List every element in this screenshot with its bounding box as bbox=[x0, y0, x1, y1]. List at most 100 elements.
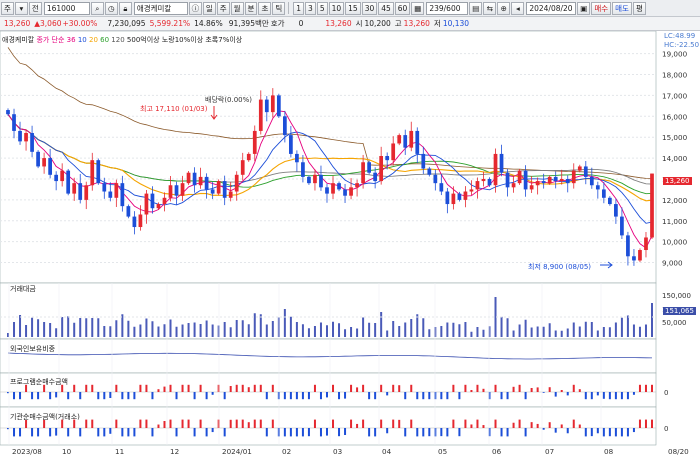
interval-button-45[interactable]: 45 bbox=[378, 1, 394, 15]
toolbar: 주 ▾ 전 161000 ⌕ ◷ 🔒︎ 애경케미칼 ⓘ 일주월분초틱 1 3 5 10… bbox=[0, 0, 700, 17]
volume-bar bbox=[283, 309, 286, 337]
hc-label: HC:-22.50 bbox=[664, 41, 700, 49]
stock-code-input[interactable]: 161000 bbox=[43, 1, 90, 15]
period-button-1[interactable]: 주 bbox=[216, 1, 230, 15]
x-axis-label: 11 bbox=[115, 447, 124, 456]
period-button-5[interactable]: 틱 bbox=[272, 1, 286, 15]
interval-button-30[interactable]: 30 bbox=[361, 1, 378, 15]
program-bar bbox=[440, 392, 443, 400]
period-button-0[interactable]: 일 bbox=[202, 1, 216, 15]
search-icon[interactable]: ⌕ bbox=[90, 1, 104, 15]
volume-bar bbox=[422, 318, 425, 337]
program-bar bbox=[229, 386, 232, 392]
program-bar bbox=[548, 387, 551, 392]
price-axis-label: 9,000 bbox=[662, 259, 683, 268]
sell-button[interactable]: 매도 bbox=[612, 1, 632, 15]
date-field[interactable]: 2024/08/20 bbox=[526, 1, 577, 15]
x-axis-label: 12 bbox=[170, 447, 179, 456]
period-button-2[interactable]: 월 bbox=[230, 1, 244, 15]
candle-body bbox=[553, 176, 558, 182]
inst-bar bbox=[205, 428, 208, 437]
grid-icon[interactable]: ▦ bbox=[411, 1, 425, 15]
compare-icon[interactable]: ⇆ bbox=[483, 1, 497, 15]
interval-button-60[interactable]: 60 bbox=[394, 1, 411, 15]
volume-bar bbox=[644, 324, 647, 337]
volume-bar bbox=[440, 326, 443, 337]
volume-bar bbox=[506, 318, 509, 337]
chart-svg: 19,00018,00017,00016,00015,00014,00013,0… bbox=[0, 30, 691, 456]
close-value: 13,260 bbox=[325, 19, 352, 28]
zoom-icon[interactable]: ⊕ bbox=[497, 1, 511, 15]
period-button-4[interactable]: 초 bbox=[258, 1, 272, 15]
buy-button[interactable]: 매수 bbox=[591, 1, 612, 15]
inst-bar bbox=[542, 428, 545, 430]
program-bar bbox=[133, 392, 136, 400]
panel-frame-4 bbox=[0, 406, 657, 446]
lock-icon[interactable]: 🔒︎ bbox=[118, 1, 132, 15]
program-bar bbox=[31, 392, 34, 400]
interval-button-10[interactable]: 10 bbox=[328, 1, 345, 15]
program-bar bbox=[434, 392, 437, 400]
inst-bar bbox=[301, 428, 304, 437]
x-axis-label: 04 bbox=[382, 447, 392, 456]
price-axis-label: 14,000 bbox=[662, 154, 688, 163]
inst-bar bbox=[259, 419, 262, 428]
chart-area[interactable]: 19,00018,00017,00016,00015,00014,00013,0… bbox=[0, 30, 700, 457]
dropdown-arrow-icon[interactable]: ▾ bbox=[14, 1, 28, 15]
program-bar bbox=[572, 384, 575, 392]
interval-button-15[interactable]: 15 bbox=[345, 1, 361, 15]
interval-button-5[interactable]: 5 bbox=[316, 1, 328, 15]
volume-bar bbox=[446, 322, 449, 337]
program-bar bbox=[199, 384, 202, 392]
candle-body bbox=[120, 183, 125, 207]
x-axis-label: 2023/08 bbox=[12, 447, 42, 456]
candle-body bbox=[433, 174, 438, 184]
candle-body bbox=[48, 158, 52, 175]
inst-bar bbox=[139, 419, 142, 428]
chart-type-icon[interactable]: ▤ bbox=[469, 1, 483, 15]
market2-select[interactable]: 전 bbox=[28, 1, 42, 15]
count-field[interactable]: 239/600 bbox=[426, 1, 469, 15]
inst-bar bbox=[332, 419, 335, 428]
volume-bar bbox=[578, 326, 581, 337]
program-bar bbox=[344, 392, 347, 399]
program-bar bbox=[602, 392, 605, 399]
extra-button[interactable]: 평 bbox=[632, 1, 646, 15]
program-bar bbox=[530, 388, 533, 392]
candle-body bbox=[270, 95, 275, 113]
candle-body bbox=[493, 153, 498, 186]
inst-bar bbox=[428, 428, 431, 437]
candle-body bbox=[90, 160, 95, 186]
candle-body bbox=[445, 191, 450, 205]
volume-bar bbox=[169, 319, 172, 337]
history-icon[interactable]: ◷ bbox=[104, 1, 118, 15]
volume-bar bbox=[392, 321, 395, 337]
volume-bar bbox=[301, 324, 304, 337]
inst-bar bbox=[103, 428, 106, 437]
volume-bar bbox=[338, 323, 341, 337]
inst-bar bbox=[638, 419, 641, 428]
program-bar bbox=[187, 384, 190, 392]
legend-ma-label: 종가 단순 bbox=[36, 36, 65, 44]
program-bar bbox=[560, 390, 563, 392]
panel-title-program: 프로그램순매수금액 bbox=[10, 378, 68, 386]
calendar-icon[interactable]: ▣ bbox=[577, 1, 591, 15]
chevron-left-icon[interactable]: ◂ bbox=[511, 1, 525, 15]
candle-body bbox=[397, 135, 402, 144]
candle-body bbox=[517, 170, 522, 184]
inst-bar bbox=[307, 428, 310, 437]
candle-body bbox=[186, 172, 191, 184]
period-button-3[interactable]: 분 bbox=[244, 1, 258, 15]
inst-bar bbox=[446, 428, 449, 437]
interval-button-3[interactable]: 3 bbox=[305, 1, 316, 15]
market-select[interactable]: 주 bbox=[1, 1, 14, 15]
volume-bar bbox=[356, 328, 359, 337]
candle-body bbox=[276, 95, 281, 117]
program-bar bbox=[97, 392, 100, 400]
interval-button-1[interactable]: 1 bbox=[293, 1, 305, 15]
inst-bar bbox=[319, 428, 322, 437]
volume-bar bbox=[325, 325, 328, 337]
candle-body bbox=[60, 170, 65, 182]
program-bar bbox=[590, 392, 593, 400]
info-icon[interactable]: ⓘ bbox=[188, 1, 202, 15]
